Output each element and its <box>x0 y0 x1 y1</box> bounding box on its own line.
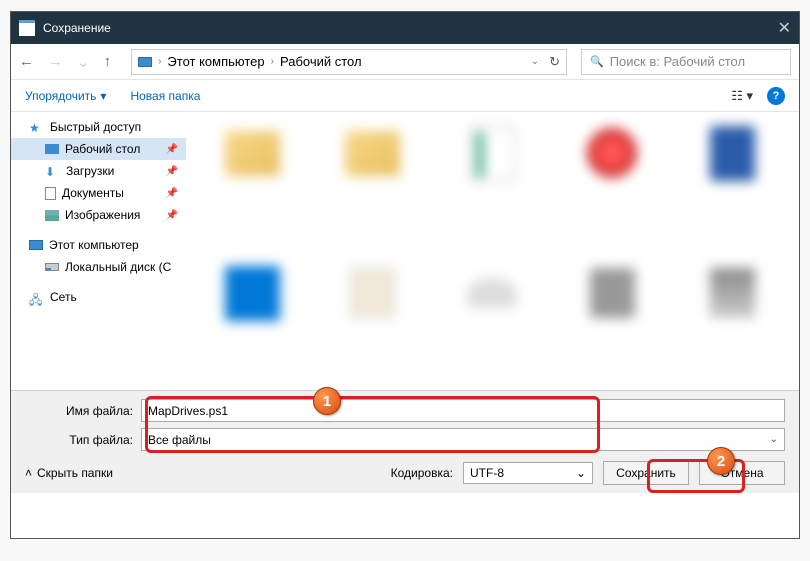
chevron-down-icon[interactable]: ⌄ <box>531 56 539 67</box>
back-button[interactable]: ← <box>19 53 34 70</box>
titlebar: Сохранение ✕ <box>11 12 799 44</box>
toolbar: Упорядочить ▾ Новая папка ☷ ▾ ? <box>11 80 799 112</box>
pc-icon <box>138 57 152 67</box>
sidebar-item-quick-access[interactable]: ★Быстрый доступ <box>11 116 186 138</box>
sidebar-item-documents[interactable]: Документы📌 <box>11 182 186 204</box>
help-icon[interactable]: ? <box>767 87 785 105</box>
pin-icon: 📌 <box>166 166 178 177</box>
sidebar-item-pictures[interactable]: Изображения📌 <box>11 204 186 226</box>
up-button[interactable]: ↑ <box>104 53 112 70</box>
pictures-icon <box>45 210 59 221</box>
pin-icon: 📌 <box>166 144 178 155</box>
drive-icon <box>45 263 59 271</box>
download-icon: ⬇ <box>45 165 60 178</box>
close-icon[interactable]: ✕ <box>778 18 791 38</box>
chevron-up-icon: ˄ <box>25 466 32 480</box>
file-grid[interactable] <box>186 112 799 390</box>
annotation-badge-1: 1 <box>313 387 341 415</box>
network-icon: 🖧 <box>29 291 44 304</box>
new-folder-button[interactable]: Новая папка <box>130 89 200 103</box>
sidebar: ★Быстрый доступ Рабочий стол📌 ⬇Загрузки📌… <box>11 112 186 390</box>
hide-folders-button[interactable]: ˄Скрыть папки <box>25 466 113 480</box>
pin-icon: 📌 <box>166 188 178 199</box>
sidebar-item-desktop[interactable]: Рабочий стол📌 <box>11 138 186 160</box>
filetype-label: Тип файла: <box>25 433 133 447</box>
save-button[interactable]: Сохранить <box>603 461 689 485</box>
breadcrumb[interactable]: › Этот компьютер › Рабочий стол ⌄ ↻ <box>131 49 567 75</box>
encoding-combo[interactable]: UTF-8⌄ <box>463 462 593 484</box>
recent-dropdown[interactable]: ⌄ <box>77 53 90 71</box>
refresh-icon[interactable]: ↻ <box>549 54 560 70</box>
nav-bar: ← → ⌄ ↑ › Этот компьютер › Рабочий стол … <box>11 44 799 80</box>
document-icon <box>45 187 56 200</box>
sidebar-item-downloads[interactable]: ⬇Загрузки📌 <box>11 160 186 182</box>
crumb-desktop[interactable]: Рабочий стол <box>280 54 362 69</box>
sidebar-item-network[interactable]: 🖧Сеть <box>11 286 186 308</box>
main-area: ★Быстрый доступ Рабочий стол📌 ⬇Загрузки📌… <box>11 112 799 390</box>
sidebar-item-this-pc[interactable]: Этот компьютер <box>11 234 186 256</box>
filename-label: Имя файла: <box>25 404 133 418</box>
chevron-down-icon: ⌄ <box>770 434 778 445</box>
encoding-label: Кодировка: <box>391 466 453 480</box>
filename-input[interactable] <box>141 399 785 422</box>
chevron-right-icon: › <box>158 56 161 67</box>
chevron-right-icon: › <box>271 56 274 67</box>
bottom-panel: Имя файла: Тип файла: Все файлы⌄ 1 ˄Скры… <box>11 390 799 493</box>
organize-button[interactable]: Упорядочить ▾ <box>25 89 106 103</box>
pc-icon <box>29 240 43 250</box>
crumb-pc[interactable]: Этот компьютер <box>167 54 264 69</box>
view-options-button[interactable]: ☷ ▾ <box>731 88 753 104</box>
search-icon: 🔍 <box>590 55 604 68</box>
filetype-combo[interactable]: Все файлы⌄ <box>141 428 785 451</box>
window-title: Сохранение <box>43 21 111 35</box>
sidebar-item-local-disk[interactable]: Локальный диск (C <box>11 256 186 278</box>
star-icon: ★ <box>29 121 44 134</box>
pin-icon: 📌 <box>166 210 178 221</box>
notepad-icon <box>19 20 35 36</box>
desktop-icon <box>45 144 59 154</box>
save-dialog: Сохранение ✕ ← → ⌄ ↑ › Этот компьютер › … <box>10 11 800 539</box>
forward-button[interactable]: → <box>48 53 63 70</box>
annotation-badge-2: 2 <box>707 447 735 475</box>
chevron-down-icon: ▾ <box>100 89 106 103</box>
chevron-down-icon: ⌄ <box>576 466 586 480</box>
search-placeholder: Поиск в: Рабочий стол <box>610 54 745 69</box>
search-input[interactable]: 🔍 Поиск в: Рабочий стол <box>581 49 791 75</box>
